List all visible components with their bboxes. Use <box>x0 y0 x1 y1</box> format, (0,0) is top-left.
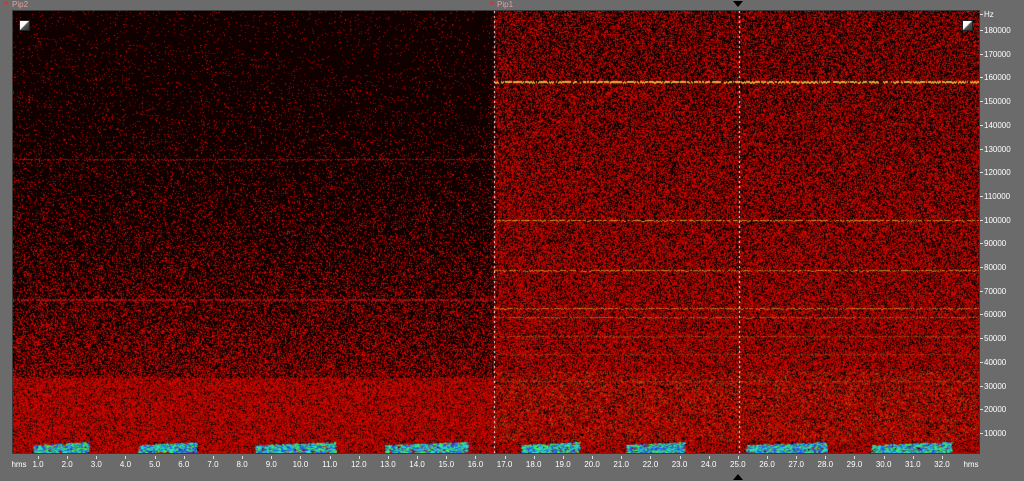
time-axis-unit-left: hms <box>11 460 27 469</box>
time-tick-label: 18.0 <box>525 460 542 469</box>
time-tick-label: 21.0 <box>613 460 629 469</box>
time-tick-label: 2.0 <box>61 460 73 469</box>
frequency-tick-label: 130000 <box>980 144 1011 154</box>
time-tick-label: 24.0 <box>700 460 717 469</box>
time-tick-label: 13.0 <box>380 460 396 469</box>
time-tick-label: 1.0 <box>32 460 44 469</box>
time-tick-label: 22.0 <box>642 460 659 469</box>
time-tick-label: 3.0 <box>90 460 102 469</box>
selection-label-pip1[interactable]: Pip1 <box>497 0 513 9</box>
time-tick-label: 19.0 <box>555 460 571 469</box>
time-tick-mark <box>358 456 360 459</box>
time-tick-label: 31.0 <box>905 460 921 469</box>
time-tick-label: 26.0 <box>759 460 775 469</box>
time-tick-label: 12.0 <box>350 460 367 469</box>
time-tick-label: 6.0 <box>178 460 190 469</box>
time-tick-mark <box>183 456 185 459</box>
time-tick-label: 4.0 <box>119 460 132 469</box>
time-tick-label: 11.0 <box>322 460 338 469</box>
frequency-tick-label: 170000 <box>980 49 1011 59</box>
frequency-tick-label: 160000 <box>980 73 1011 83</box>
frequency-tick-label: 150000 <box>980 97 1011 107</box>
frequency-tick-label: 100000 <box>980 215 1011 225</box>
time-tick-mark <box>271 456 273 459</box>
frequency-tick-label: 70000 <box>979 286 1007 296</box>
time-tick-mark <box>650 456 652 459</box>
spectrogram-area[interactable] <box>12 10 980 454</box>
time-tick-mark <box>767 456 768 459</box>
time-tick-mark <box>446 456 448 459</box>
time-tick-mark <box>883 456 885 459</box>
time-tick-label: 25.0 <box>730 460 746 469</box>
time-tick-label: 29.0 <box>846 460 863 469</box>
time-tick-mark <box>96 456 98 459</box>
frequency-tick-label: 50000 <box>979 334 1007 344</box>
spectrogram-canvas[interactable] <box>13 11 979 453</box>
zoom-left-icon[interactable] <box>19 20 30 31</box>
time-tick-mark <box>562 456 564 459</box>
frequency-tick-label: 40000 <box>979 357 1007 367</box>
time-tick-mark <box>533 456 535 459</box>
frequency-axis: Hz 180000 170000 160000 150000 140000 130000 1… <box>979 10 1024 454</box>
time-tick-label: 23.0 <box>671 460 688 469</box>
time-tick-label: 5.0 <box>149 460 161 469</box>
zoom-right-icon[interactable] <box>962 20 973 31</box>
time-tick-label: 9.0 <box>265 460 277 469</box>
time-tick-label: 8.0 <box>236 460 248 469</box>
time-tick-label: 20.0 <box>584 460 600 469</box>
frequency-tick-label: 140000 <box>980 120 1011 130</box>
time-tick-label: 28.0 <box>817 460 834 469</box>
time-tick-mark <box>825 456 827 459</box>
spectrogram-viewer[interactable]: Pip2 Pip1 Hz 180000 170000 160000 150000 140… <box>0 0 1024 481</box>
time-tick-label: 10.0 <box>292 460 309 469</box>
time-tick-mark <box>125 456 127 459</box>
time-tick-mark <box>387 456 389 459</box>
time-tick-mark <box>300 456 302 459</box>
cursor-top-marker-icon[interactable] <box>733 1 743 7</box>
time-tick-mark <box>329 456 331 459</box>
frequency-tick-label: 180000 <box>980 26 1011 35</box>
time-tick-mark <box>417 456 419 459</box>
time-tick-mark <box>854 456 856 459</box>
time-tick-label: 7.0 <box>207 460 219 469</box>
frequency-tick-label: 30000 <box>979 381 1007 391</box>
time-tick-mark <box>941 456 943 459</box>
time-tick-mark <box>504 456 506 459</box>
selection-label-pip2[interactable]: Pip2 <box>12 0 28 9</box>
time-tick-mark <box>212 456 214 459</box>
time-tick-mark <box>737 456 739 459</box>
time-tick-mark <box>154 456 156 459</box>
time-tick-label: 16.0 <box>467 460 484 469</box>
frequency-tick-label: 110000 <box>979 191 1011 201</box>
frequency-tick-label: 80000 <box>979 263 1007 272</box>
time-axis: hms hms 1.0 2.0 3.0 4.0 5.0 6.0 7.0 8.0 9.0 10.0 1… <box>0 456 1024 481</box>
time-tick-mark <box>796 456 798 459</box>
time-tick-label: 30.0 <box>875 460 892 469</box>
selection-start-marker-icon[interactable] <box>3 1 9 6</box>
frequency-tick-label: 90000 <box>979 239 1007 249</box>
time-tick-mark <box>67 456 69 459</box>
frequency-tick-label: 10000 <box>979 428 1007 438</box>
selection-split-marker-icon[interactable] <box>489 1 495 6</box>
time-tick-mark <box>592 456 594 459</box>
time-tick-label: 15.0 <box>438 460 455 469</box>
time-tick-label: 32.0 <box>934 460 950 469</box>
time-tick-label: 27.0 <box>788 460 804 469</box>
time-axis-unit-right: hms <box>963 460 979 469</box>
frequency-tick-label: 120000 <box>980 168 1011 178</box>
time-tick-mark <box>38 456 39 459</box>
time-tick-label: 17.0 <box>496 460 513 469</box>
time-tick-mark <box>621 456 623 459</box>
frequency-tick-label: 20000 <box>979 405 1007 415</box>
time-tick-label: 14.0 <box>409 460 425 469</box>
time-tick-mark <box>242 456 244 459</box>
time-tick-mark <box>912 456 914 459</box>
frequency-tick-label: 60000 <box>979 310 1007 320</box>
time-tick-mark <box>708 456 710 459</box>
time-tick-mark <box>475 456 477 459</box>
time-tick-mark <box>679 456 681 459</box>
frequency-axis-unit: Hz <box>980 10 994 19</box>
